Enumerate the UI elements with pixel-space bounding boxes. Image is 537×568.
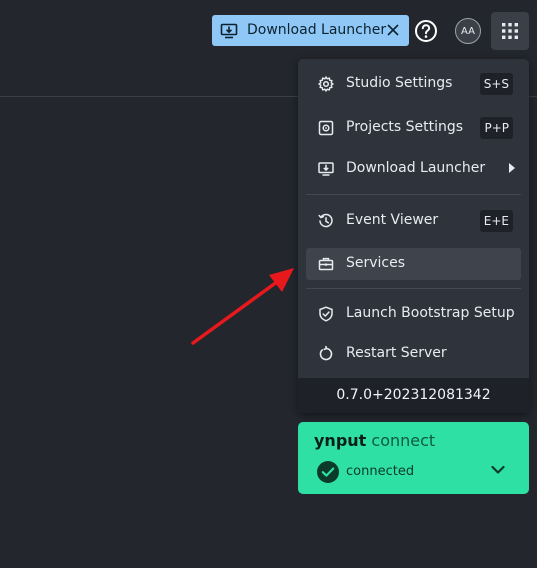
menu-item-label: Launch Bootstrap Setup bbox=[346, 305, 515, 321]
download-launcher-pill[interactable]: Download Launcher bbox=[212, 15, 409, 46]
avatar-initials: AA bbox=[461, 25, 475, 37]
shield-check-icon bbox=[319, 306, 333, 322]
menu-item-restart-server[interactable]: Restart Server bbox=[306, 338, 521, 370]
ynput-connect-panel[interactable]: ynput connect connected bbox=[298, 422, 529, 494]
user-avatar[interactable]: AA bbox=[455, 18, 481, 44]
toolbox-icon bbox=[318, 257, 334, 271]
menu-item-label: Projects Settings bbox=[346, 119, 464, 135]
grid-icon bbox=[502, 23, 518, 39]
menu-item-projects-settings[interactable]: Projects Settings P+P bbox=[306, 112, 521, 144]
menu-divider bbox=[306, 288, 521, 289]
menu-divider bbox=[306, 194, 521, 195]
connection-status: connected bbox=[346, 464, 415, 479]
menu-item-label: Download Launcher bbox=[346, 160, 486, 176]
menu-item-launch-bootstrap-setup[interactable]: Launch Bootstrap Setup bbox=[306, 298, 521, 330]
download-monitor-icon bbox=[220, 23, 238, 39]
version-label: 0.7.0+202312081342 bbox=[298, 378, 529, 413]
menu-item-label: Services bbox=[346, 255, 406, 271]
apps-dropdown-menu: Studio Settings S+S Projects Settings P+… bbox=[298, 59, 529, 413]
project-gear-icon bbox=[318, 120, 334, 136]
menu-item-label: Event Viewer bbox=[346, 212, 439, 228]
brand-thin: connect bbox=[371, 431, 436, 450]
close-icon[interactable] bbox=[385, 22, 401, 38]
shortcut-badge: S+S bbox=[479, 73, 513, 95]
check-circle-icon bbox=[317, 461, 339, 483]
menu-item-services[interactable]: Services bbox=[306, 248, 521, 280]
menu-item-label: Studio Settings bbox=[346, 75, 453, 91]
restart-icon bbox=[319, 346, 333, 361]
help-icon[interactable] bbox=[414, 19, 438, 43]
menu-item-studio-settings[interactable]: Studio Settings S+S bbox=[306, 68, 521, 100]
download-launcher-label: Download Launcher bbox=[247, 22, 387, 38]
chevron-down-icon[interactable] bbox=[491, 465, 505, 475]
ynput-connect-logo: ynput connect bbox=[314, 431, 435, 450]
menu-item-label: Restart Server bbox=[346, 345, 447, 361]
menu-item-event-viewer[interactable]: Event Viewer E+E bbox=[306, 205, 521, 237]
menu-item-download-launcher[interactable]: Download Launcher bbox=[306, 153, 521, 185]
download-monitor-icon bbox=[318, 162, 334, 176]
chevron-right-icon bbox=[509, 163, 515, 173]
apps-menu-button[interactable] bbox=[491, 12, 529, 50]
brand-bold: ynput bbox=[314, 431, 367, 450]
shortcut-badge: E+E bbox=[479, 210, 513, 232]
gear-icon bbox=[318, 76, 334, 92]
history-icon bbox=[318, 213, 333, 228]
shortcut-badge: P+P bbox=[480, 117, 513, 139]
